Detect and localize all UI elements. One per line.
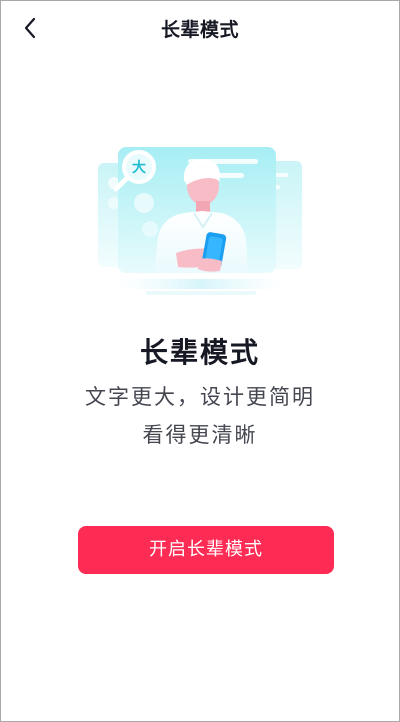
mode-title: 长辈模式 [139,336,260,369]
top-nav-bar: 长辈模式 [1,1,399,57]
enable-elder-mode-button[interactable]: 开启长辈模式 [78,526,334,574]
page-title: 长辈模式 [160,19,239,41]
mode-description-line2: 看得更清晰 [142,423,258,447]
mode-description-line1: 文字更大，设计更简明 [85,385,315,409]
magnifier-char: 大 [132,159,146,176]
elder-mode-illustration: 大 [98,147,302,295]
screen: 长辈模式 大 长辈模式 文字更大，设计更简明 看得更清晰 开启长辈模式 [0,0,400,722]
